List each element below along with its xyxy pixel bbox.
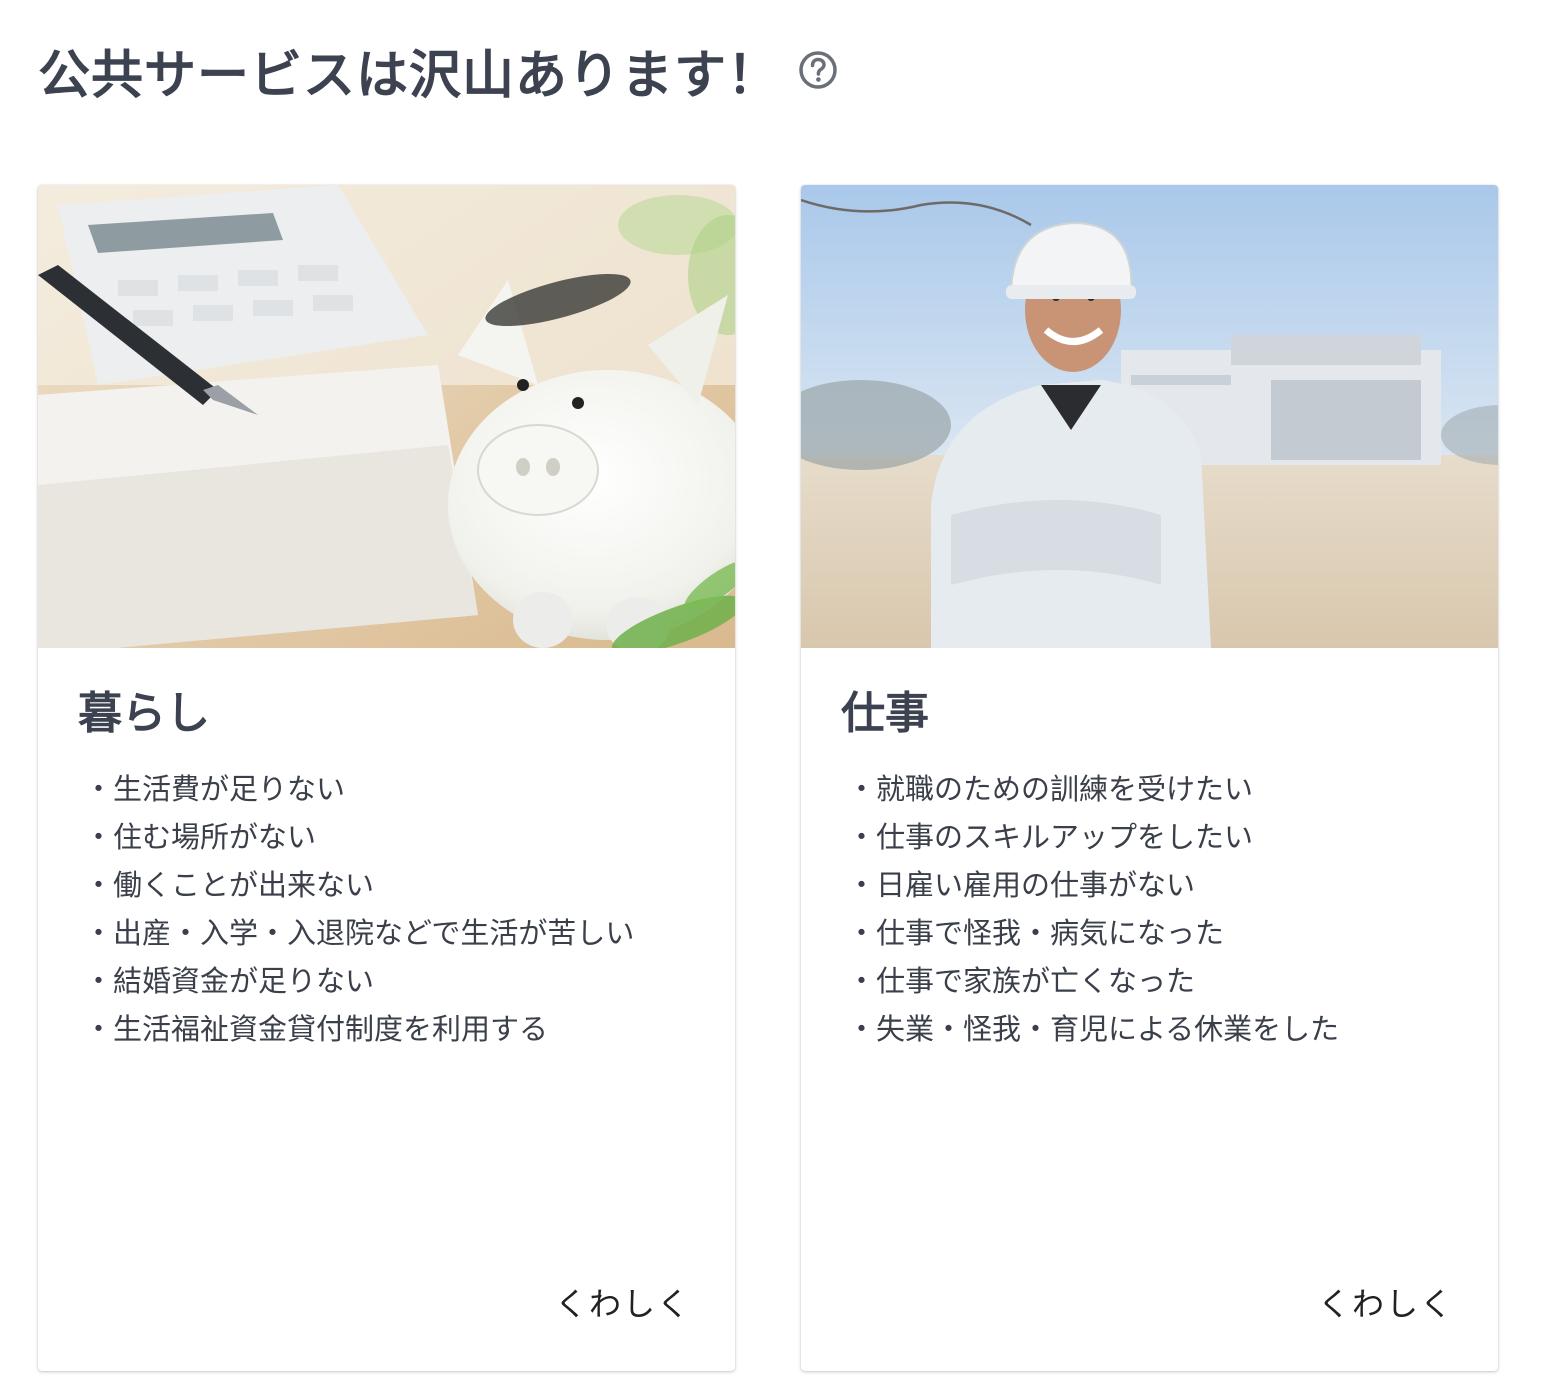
question-circle-icon[interactable] [798,50,838,90]
list-item: 日雇い雇用の仕事がない [847,861,1458,909]
list-item: 生活費が足りない [84,765,695,813]
list-item: 失業・怪我・育児による休業をした [847,1005,1458,1053]
page: 公共サービスは沢山あります！ 暮らし ・ 生活費が足りない ・ 住む場所がない … [0,0,1554,1400]
list-item: 働くことが出来ない [84,861,695,909]
details-link[interactable]: くわしく [555,1279,691,1325]
list-item: 結婚資金が足りない [84,957,695,1005]
page-header: 公共サービスは沢山あります！ [38,30,838,110]
details-link[interactable]: くわしく [1318,1279,1454,1325]
list-item: 仕事で家族が亡くなった [847,957,1458,1005]
card-living-list: 生活費が足りない 住む場所がない 働くことが出来ない 出産・入学・入退院などで生… [78,765,695,1053]
list-item: 生活福祉資金貸付制度を利用する [84,1005,695,1053]
card-title: 仕事 [841,688,929,739]
piggy-bank-photo [38,185,735,648]
service-cards: 暮らし 生活費が足りない 住む場所がない 働くことが出来ない 出産・入学・入退院… [38,185,1498,1371]
worker-photo [801,185,1498,648]
page-title: 公共サービスは沢山あります！ [38,45,781,106]
list-item: 仕事のスキルアップをしたい [847,813,1458,861]
list-item: 仕事で怪我・病気になった [847,909,1458,957]
card-living-body: 暮らし 生活費が足りない 住む場所がない 働くことが出来ない 出産・入学・入退院… [38,648,735,1053]
card-work-body: 仕事 就職のための訓練を受けたい 仕事のスキルアップをしたい 日雇い雇用の仕事が… [801,648,1498,1053]
list-item: 出産・入学・入退院などで生活が苦しい [84,909,695,957]
list-item: 就職のための訓練を受けたい [847,765,1458,813]
card-living: 暮らし 生活費が足りない 住む場所がない 働くことが出来ない 出産・入学・入退院… [38,185,735,1371]
list-item: 住む場所がない [84,813,695,861]
card-title: 暮らし [78,688,210,739]
card-work: 仕事 就職のための訓練を受けたい 仕事のスキルアップをしたい 日雇い雇用の仕事が… [801,185,1498,1371]
card-work-list: 就職のための訓練を受けたい 仕事のスキルアップをしたい 日雇い雇用の仕事がない … [841,765,1458,1053]
